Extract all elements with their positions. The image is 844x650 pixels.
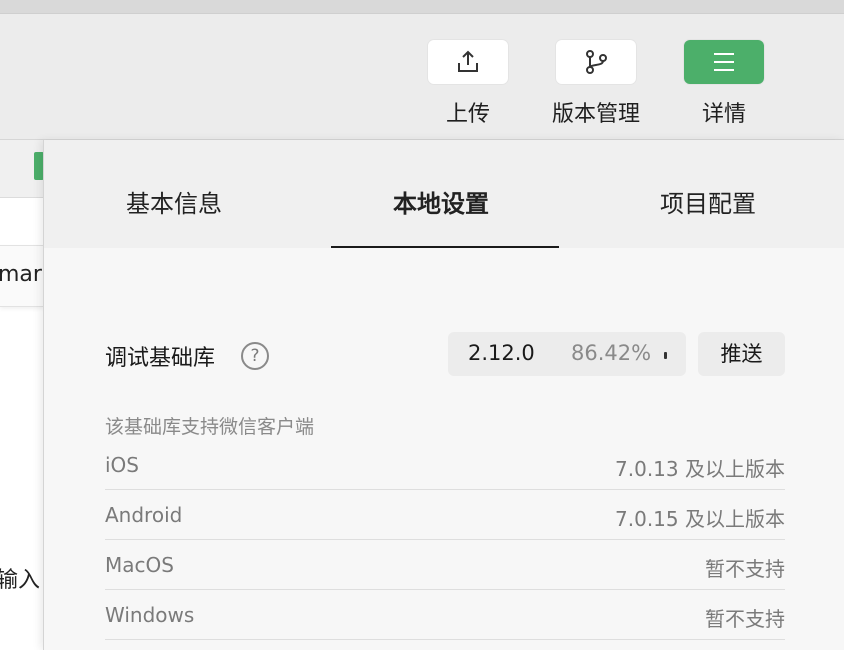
version-tool[interactable]: 版本管理: [541, 40, 651, 128]
tab-project-config[interactable]: 项目配置: [660, 184, 756, 219]
upload-label: 上传: [445, 102, 490, 127]
editor-text: 输入: [0, 568, 41, 593]
platform-name: MacOS: [105, 553, 174, 577]
details-label: 详情: [701, 102, 746, 127]
active-tab-underline: [331, 246, 559, 248]
lib-version-percent: 86.42%: [571, 341, 652, 365]
branch-icon: [586, 50, 607, 74]
window-top-strip: [0, 0, 844, 14]
list-item: Android 7.0.15 及以上版本: [105, 490, 785, 540]
list-item: iOS 7.0.13 及以上版本: [105, 440, 785, 490]
lib-version-value: 2.12.0: [468, 341, 535, 365]
tab-local-settings[interactable]: 本地设置: [393, 184, 489, 219]
debug-lib-row: 调试基础库 ? 2.12.0 86.42% 推送: [105, 332, 785, 376]
version-button[interactable]: [556, 40, 636, 84]
chevron-down-icon: [664, 352, 667, 359]
upload-tool[interactable]: 上传: [413, 40, 523, 128]
support-list: iOS 7.0.13 及以上版本 Android 7.0.15 及以上版本 Ma…: [105, 440, 785, 640]
details-panel: 基本信息 本地设置 项目配置 调试基础库 ? 2.12.0 86.42% 推送 …: [43, 140, 844, 650]
editor-input-text: mar: [0, 262, 42, 287]
lib-version-select[interactable]: 2.12.0 86.42%: [448, 332, 686, 376]
upload-button[interactable]: [428, 40, 508, 84]
platform-name: Android: [105, 503, 183, 527]
list-item: MacOS 暂不支持: [105, 540, 785, 590]
push-button[interactable]: 推送: [698, 332, 785, 376]
platform-support: 暂不支持: [705, 557, 785, 581]
support-title: 该基础库支持微信客户端: [105, 416, 315, 438]
version-label: 版本管理: [551, 102, 640, 127]
panel-tabs: 基本信息 本地设置 项目配置: [44, 140, 844, 248]
toolbar: 上传 版本管理 详情: [0, 14, 844, 140]
list-item: Windows 暂不支持: [105, 590, 785, 640]
debug-lib-label: 调试基础库: [105, 346, 216, 371]
upload-icon: [458, 50, 478, 72]
platform-support: 7.0.13 及以上版本: [615, 457, 785, 481]
platform-name: iOS: [105, 453, 139, 477]
menu-icon: [714, 53, 734, 71]
editor-input[interactable]: mar: [0, 245, 44, 307]
tab-basic-info[interactable]: 基本信息: [126, 184, 222, 219]
platform-support: 暂不支持: [705, 607, 785, 631]
details-button[interactable]: [684, 40, 764, 84]
question-circle-icon[interactable]: ?: [241, 342, 269, 370]
details-tool[interactable]: 详情: [669, 40, 779, 128]
platform-support: 7.0.15 及以上版本: [615, 507, 785, 531]
platform-name: Windows: [105, 603, 195, 627]
